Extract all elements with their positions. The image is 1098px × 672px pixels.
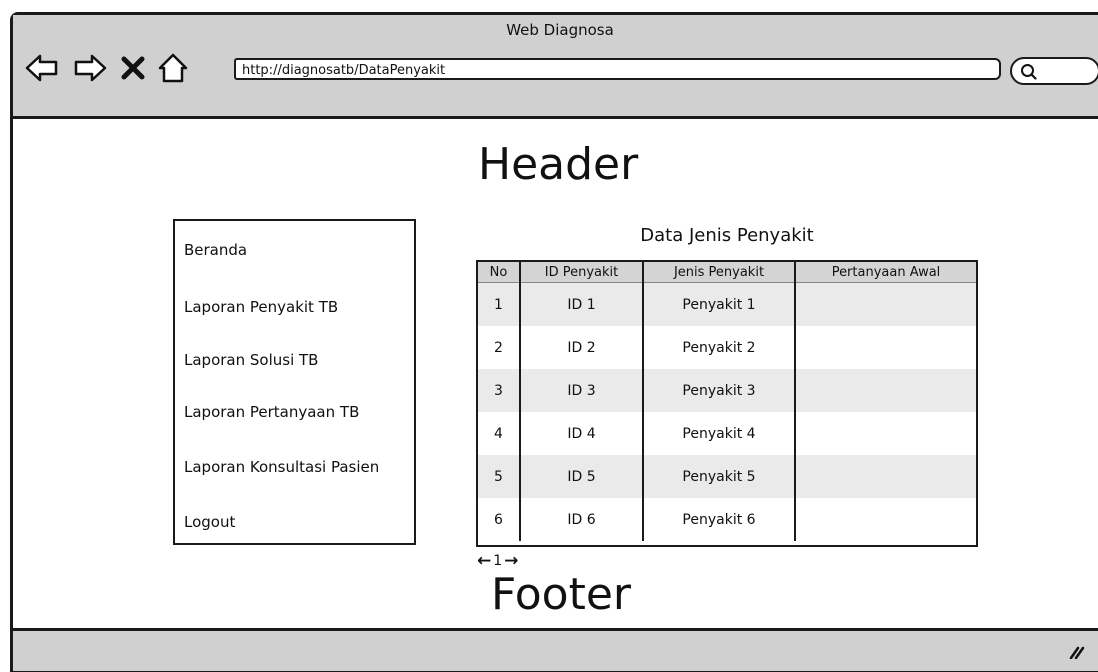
url-input[interactable]: http://diagnosatb/DataPenyakit [234,58,1001,80]
close-icon[interactable] [119,51,147,85]
cell-no: 4 [478,412,521,455]
table-row[interactable]: 1 ID 1 Penyakit 1 [478,282,976,326]
table-title: Data Jenis Penyakit [640,225,814,246]
cell-pertanyaan [795,412,976,455]
cell-id: ID 4 [520,412,644,455]
page-footer: Footer [491,569,631,620]
pagination: ← 1 → [477,551,518,571]
column-header-id-penyakit[interactable]: ID Penyakit [520,262,644,283]
prev-page-arrow-icon[interactable]: ← [477,551,491,571]
table-row[interactable]: 2 ID 2 Penyakit 2 [478,326,976,369]
cell-jenis: Penyakit 1 [643,282,796,326]
column-header-pertanyaan-awal[interactable]: Pertanyaan Awal [795,262,976,283]
cell-no: 3 [478,369,521,412]
cell-pertanyaan [795,455,976,498]
cell-pertanyaan [795,326,976,369]
column-header-no[interactable]: No [478,262,521,283]
resize-grip-icon[interactable] [1067,645,1085,659]
cell-no: 6 [478,498,521,541]
browser-window: Web Diagnosa http://diagnosatb/DataPenya… [10,12,1098,672]
sidebar-item-laporan-pertanyaan[interactable]: Laporan Pertanyaan TB [184,403,359,421]
search-field[interactable] [1010,57,1098,85]
cell-pertanyaan [795,282,976,326]
status-bar [13,628,1098,671]
table-row[interactable]: 5 ID 5 Penyakit 5 [478,455,976,498]
cell-id: ID 5 [520,455,644,498]
window-title: Web Diagnosa [506,21,614,39]
cell-jenis: Penyakit 5 [643,455,796,498]
cell-jenis: Penyakit 3 [643,369,796,412]
sidebar-item-logout[interactable]: Logout [184,513,235,531]
cell-id: ID 2 [520,326,644,369]
back-arrow-icon[interactable] [25,51,59,85]
page-number[interactable]: 1 [493,553,502,569]
page-header: Header [478,139,639,190]
cell-id: ID 3 [520,369,644,412]
data-table: No ID Penyakit Jenis Penyakit Pertanyaan… [476,260,978,547]
search-icon [1021,64,1037,80]
cell-pertanyaan [795,369,976,412]
home-icon[interactable] [156,51,190,85]
cell-jenis: Penyakit 6 [643,498,796,541]
table-row[interactable]: 6 ID 6 Penyakit 6 [478,498,976,541]
table-row[interactable]: 4 ID 4 Penyakit 4 [478,412,976,455]
cell-id: ID 6 [520,498,644,541]
page-content: Header Beranda Laporan Penyakit TB Lapor… [13,119,1098,669]
cell-jenis: Penyakit 4 [643,412,796,455]
cell-no: 5 [478,455,521,498]
sidebar-item-beranda[interactable]: Beranda [184,241,247,259]
forward-arrow-icon[interactable] [73,51,107,85]
cell-jenis: Penyakit 2 [643,326,796,369]
table-header-row: No ID Penyakit Jenis Penyakit Pertanyaan… [478,262,976,283]
sidebar-menu: Beranda Laporan Penyakit TB Laporan Solu… [173,219,416,545]
sidebar-item-laporan-konsultasi[interactable]: Laporan Konsultasi Pasien [184,458,379,476]
cell-pertanyaan [795,498,976,541]
next-page-arrow-icon[interactable]: → [504,551,518,571]
sidebar-item-laporan-solusi[interactable]: Laporan Solusi TB [184,351,318,369]
column-header-jenis-penyakit[interactable]: Jenis Penyakit [643,262,796,283]
cell-id: ID 1 [520,282,644,326]
cell-no: 2 [478,326,521,369]
browser-toolbar: Web Diagnosa http://diagnosatb/DataPenya… [13,15,1098,119]
sidebar-item-laporan-penyakit[interactable]: Laporan Penyakit TB [184,298,338,316]
cell-no: 1 [478,282,521,326]
table-row[interactable]: 3 ID 3 Penyakit 3 [478,369,976,412]
